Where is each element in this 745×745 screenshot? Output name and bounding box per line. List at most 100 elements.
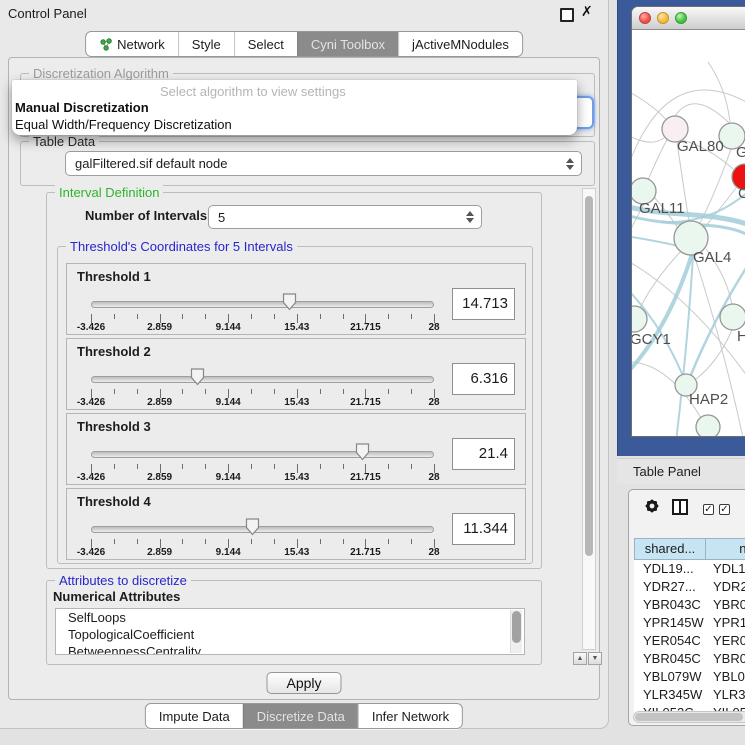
cyni-mode-tabs: Impute Data Discretize Data Infer Network — [145, 703, 463, 729]
tick-label: 15.43 — [284, 547, 309, 558]
tab-style[interactable]: Style — [178, 32, 234, 56]
table-row[interactable]: YDR27...YDR27 — [634, 578, 745, 596]
attribute-list-item[interactable]: BetweennessCentrality — [56, 643, 524, 655]
table-row[interactable]: YBR043CYBR043C — [634, 596, 745, 614]
split-columns-icon[interactable] — [672, 499, 688, 515]
checkbox-icon[interactable]: ✓ — [719, 504, 730, 515]
column-header-name[interactable]: name — [706, 538, 745, 560]
attribute-list-item[interactable]: SelfLoops — [56, 609, 524, 626]
network-node[interactable] — [696, 415, 720, 437]
slider-track[interactable] — [91, 301, 434, 308]
node-label: HAP2 — [689, 391, 728, 408]
tick-label: 9.144 — [216, 472, 241, 483]
network-window-titlebar[interactable] — [632, 7, 745, 30]
zoom-traffic-light-icon[interactable] — [675, 12, 687, 24]
attribute-list-item[interactable]: TopologicalCoefficient — [56, 626, 524, 643]
numerical-attributes-list[interactable]: SelfLoopsTopologicalCoefficientBetweenne… — [55, 608, 525, 655]
threshold-value-field[interactable]: 11.344 — [452, 513, 515, 545]
panel-vertical-scrollbar[interactable] — [582, 188, 596, 650]
panel-scrollbar-thumb[interactable] — [585, 196, 593, 556]
slider-track[interactable] — [91, 451, 434, 458]
tab-label: Infer Network — [372, 709, 449, 724]
minimize-traffic-light-icon[interactable] — [657, 12, 669, 24]
threshold-slider[interactable] — [91, 292, 434, 314]
table-row[interactable]: YBL079WYBL079W — [634, 668, 745, 686]
node-label: GA — [736, 144, 745, 161]
tick-label: -3.426 — [77, 547, 105, 558]
tick-label: 9.144 — [216, 547, 241, 558]
threshold-slider[interactable] — [91, 517, 434, 539]
slider-track[interactable] — [91, 376, 434, 383]
slider-handle[interactable] — [190, 368, 205, 386]
table-row[interactable]: YER054CYER054C — [634, 632, 745, 650]
dropdown-option-equal-width[interactable]: Equal Width/Frequency Discretization — [15, 117, 232, 132]
table-data-label: Table Data — [29, 134, 99, 149]
tab-jactivemnodules[interactable]: jActiveMNodules — [398, 32, 522, 56]
network-edge — [696, 330, 732, 379]
threshold-value-field[interactable]: 21.4 — [452, 438, 515, 470]
table-row[interactable]: YLR345WYLR345W — [634, 686, 745, 704]
table-data-group: Table Data galFiltered.sif default node — [20, 141, 595, 186]
column-header-shared-name[interactable]: shared... — [634, 538, 706, 560]
apply-button[interactable]: Apply — [266, 672, 341, 694]
table-row[interactable]: YBR045CYBR045C — [634, 650, 745, 668]
control-panel-window: Control Panel ✗ NetworkStyleSelectCyni T… — [0, 0, 609, 729]
tab-label: Discretize Data — [257, 709, 345, 724]
attributes-group-label: Attributes to discretize — [55, 573, 191, 588]
tab-select[interactable]: Select — [234, 32, 297, 56]
tab-infer-network[interactable]: Infer Network — [358, 704, 462, 728]
scrollbar-up-stepper[interactable]: ▲ — [573, 652, 587, 665]
cell-shared-name: YER054C — [634, 632, 706, 650]
slider-handle[interactable] — [245, 518, 260, 536]
attributes-scrollbar[interactable] — [510, 610, 522, 653]
number-of-intervals-value: 5 — [218, 210, 225, 225]
attributes-to-discretize-group: Attributes to discretize Numerical Attri… — [46, 580, 542, 665]
close-traffic-light-icon[interactable] — [639, 12, 651, 24]
table-row[interactable]: YPR145WYPR145W — [634, 614, 745, 632]
slider-track[interactable] — [91, 526, 434, 533]
threshold-slider[interactable] — [91, 442, 434, 464]
settings-gear-icon[interactable] — [643, 497, 661, 515]
threshold-value-field[interactable]: 6.316 — [452, 363, 515, 395]
tab-label: Network — [117, 37, 165, 52]
slider-handle[interactable] — [282, 293, 297, 311]
threshold-slider[interactable] — [91, 367, 434, 389]
tab-discretize-data[interactable]: Discretize Data — [243, 704, 358, 728]
tab-label: Impute Data — [159, 709, 230, 724]
tab-impute-data[interactable]: Impute Data — [146, 704, 243, 728]
scrollbar-down-stepper[interactable]: ▼ — [588, 652, 602, 665]
float-window-icon[interactable] — [560, 8, 574, 22]
table-data-combobox[interactable]: galFiltered.sif default node — [65, 151, 582, 176]
table-body: YDL19...YDL19YDR27...YDR27YBR043CYBR043C… — [634, 560, 745, 722]
tab-label: jActiveMNodules — [412, 37, 509, 52]
combo-arrows-icon — [566, 158, 574, 170]
tab-cyni-toolbox[interactable]: Cyni Toolbox — [297, 32, 398, 56]
table-horizontal-scrollbar[interactable] — [633, 711, 745, 723]
close-icon[interactable]: ✗ — [581, 3, 593, 20]
table-panel-title: Table Panel — [633, 464, 701, 479]
tick-label: 15.43 — [284, 397, 309, 408]
table-data-value: galFiltered.sif default node — [75, 156, 227, 171]
threshold-panel-2: Threshold 2-3.4262.8599.14415.4321.71528… — [66, 338, 526, 410]
network-node[interactable] — [720, 304, 745, 330]
network-canvas[interactable]: GAL80GACGAL11GAL4GCY1HHAP2 — [632, 30, 745, 437]
tick-label: 9.144 — [216, 322, 241, 333]
checkbox-icon[interactable]: ✓ — [703, 504, 714, 515]
tab-label: Cyni Toolbox — [311, 37, 385, 52]
tab-label: Style — [192, 37, 221, 52]
network-edge-highlighted — [676, 255, 693, 437]
number-of-intervals-combobox[interactable]: 5 — [208, 205, 482, 229]
cell-name: YBL079W — [706, 668, 745, 686]
dropdown-option-manual-discretization[interactable]: Manual Discretization — [15, 100, 149, 115]
slider-handle[interactable] — [355, 443, 370, 461]
table-row[interactable]: YDL19...YDL19 — [634, 560, 745, 578]
attributes-scrollbar-thumb[interactable] — [512, 611, 521, 643]
cell-shared-name: YBR043C — [634, 596, 706, 614]
table-scrollbar-thumb[interactable] — [635, 713, 743, 721]
threshold-panel-3: Threshold 3-3.4262.8599.14415.4321.71528… — [66, 413, 526, 485]
tick-label: -3.426 — [77, 397, 105, 408]
threshold-value-field[interactable]: 14.713 — [452, 288, 515, 320]
network-view-window: GAL80GACGAL11GAL4GCY1HHAP2 — [631, 6, 745, 437]
cell-shared-name: YDL19... — [634, 560, 706, 578]
tab-network[interactable]: Network — [86, 32, 178, 56]
